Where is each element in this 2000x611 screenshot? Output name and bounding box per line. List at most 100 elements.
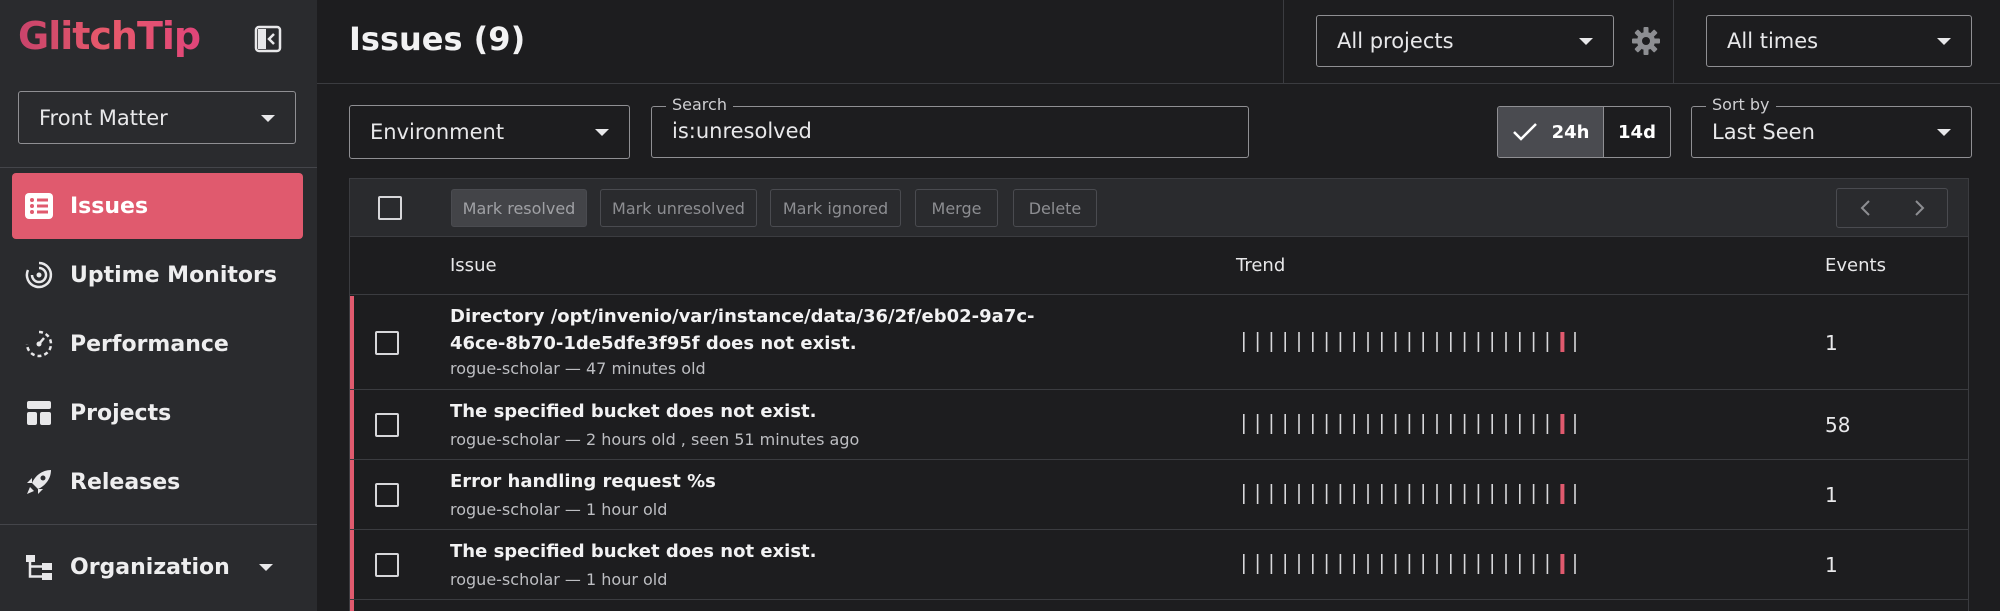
chevron-down-icon <box>261 115 275 122</box>
trend-bar <box>1574 332 1576 352</box>
sidebar-item-organization[interactable]: Organization <box>12 534 303 600</box>
projects-select[interactable]: All projects <box>1316 15 1614 67</box>
search-field[interactable]: Search <box>651 95 1249 158</box>
sidebar-item-issues[interactable]: Issues <box>12 173 303 239</box>
row-checkbox[interactable] <box>375 331 399 355</box>
top-bar: Issues (9) All projects All times <box>317 0 2000 84</box>
select-all-checkbox[interactable] <box>378 196 402 220</box>
trend-bar <box>1381 414 1383 434</box>
trend-bar <box>1574 484 1576 504</box>
trend-bar <box>1408 484 1411 504</box>
trend-sparkline <box>1243 484 1576 504</box>
trend-bar <box>1422 332 1424 352</box>
trend-bar <box>1298 554 1300 574</box>
range-14d-button[interactable]: 14d <box>1604 107 1670 157</box>
trend-bar <box>1325 414 1328 434</box>
trend-bar <box>1312 414 1314 434</box>
trend-bar <box>1339 484 1342 504</box>
sidebar-item-performance[interactable]: Performance <box>12 311 303 377</box>
table-row[interactable] <box>350 600 1968 611</box>
trend-sparkline <box>1243 554 1576 574</box>
trend-bar <box>1367 414 1369 434</box>
trend-bar <box>1394 332 1397 352</box>
environment-select[interactable]: Environment <box>349 105 630 159</box>
chevron-down-icon <box>1579 38 1593 45</box>
search-input[interactable] <box>672 119 1232 143</box>
trend-bar <box>1574 554 1576 574</box>
table-row[interactable]: The specified bucket does not exist. rog… <box>350 390 1968 460</box>
trend-bar <box>1463 554 1466 574</box>
trend-bar <box>1367 554 1369 574</box>
sidebar-item-uptime-monitors[interactable]: Uptime Monitors <box>12 242 303 308</box>
trend-bar <box>1519 414 1521 434</box>
sidebar-item-projects[interactable]: Projects <box>12 380 303 446</box>
gear-icon[interactable] <box>1630 25 1662 57</box>
trend-bar <box>1367 484 1369 504</box>
trend-sparkline <box>1243 414 1576 434</box>
issue-meta: rogue-scholar — 1 hour old <box>450 500 668 519</box>
trend-bar <box>1353 332 1355 352</box>
trend-bar <box>1284 484 1286 504</box>
delete-button[interactable]: Delete <box>1013 189 1097 227</box>
trend-bar <box>1477 484 1480 504</box>
time-range-select[interactable]: All times <box>1706 15 1972 67</box>
pagination <box>1836 188 1948 228</box>
trend-bar <box>1312 484 1314 504</box>
merge-button[interactable]: Merge <box>915 189 998 227</box>
sidebar-item-releases[interactable]: Releases <box>12 449 303 515</box>
trend-bar <box>1519 554 1521 574</box>
trend-bar <box>1312 554 1314 574</box>
trend-bar <box>1394 554 1397 574</box>
issue-title[interactable]: The specified bucket does not exist. <box>450 398 1050 425</box>
trend-bar <box>1284 414 1286 434</box>
issue-title[interactable]: The specified bucket does not exist. <box>450 538 1050 565</box>
event-count: 58 <box>1825 413 1851 437</box>
table-row[interactable]: Error handling request %s rogue-scholar … <box>350 460 1968 530</box>
trend-bar <box>1270 484 1273 504</box>
trend-bar <box>1463 332 1466 352</box>
page-title: Issues (9) <box>349 20 526 58</box>
mark-resolved-button[interactable]: Mark resolved <box>451 189 587 227</box>
trend-bar <box>1546 332 1549 352</box>
trend-bar <box>1519 332 1521 352</box>
row-checkbox[interactable] <box>375 413 399 437</box>
mark-unresolved-button[interactable]: Mark unresolved <box>600 189 757 227</box>
collapse-sidebar-icon[interactable] <box>254 25 282 53</box>
trend-bar <box>1256 332 1259 352</box>
trend-bar <box>1270 554 1273 574</box>
chevron-right-icon[interactable] <box>1892 189 1947 227</box>
issue-title[interactable]: Error handling request %s <box>450 468 1050 495</box>
chevron-down-icon <box>595 129 609 136</box>
trend-bar <box>1408 414 1411 434</box>
trend-bar <box>1381 554 1383 574</box>
table-row[interactable]: Directory /opt/invenio/var/instance/data… <box>350 296 1968 390</box>
issue-meta: rogue-scholar — 1 hour old <box>450 570 668 589</box>
chevron-down-icon[interactable] <box>259 564 273 571</box>
row-checkbox[interactable] <box>375 483 399 507</box>
mark-ignored-button[interactable]: Mark ignored <box>770 189 901 227</box>
trend-bar <box>1284 554 1286 574</box>
table-row[interactable]: The specified bucket does not exist. rog… <box>350 530 1968 600</box>
trend-bar <box>1312 332 1314 352</box>
environment-select-value: Environment <box>370 120 505 144</box>
trend-bar <box>1505 414 1507 434</box>
time-range-select-value: All times <box>1727 29 1819 53</box>
row-checkbox[interactable] <box>375 553 399 577</box>
trend-bar <box>1353 554 1355 574</box>
trend-bar <box>1450 414 1452 434</box>
trend-bar <box>1532 554 1535 574</box>
trend-bar <box>1436 484 1438 504</box>
glitchtip-logo[interactable]: GlitchTip <box>18 14 201 58</box>
event-count: 1 <box>1825 331 1838 355</box>
trend-bar <box>1243 484 1245 504</box>
range-24h-button[interactable]: 24h <box>1498 107 1604 157</box>
chevron-left-icon[interactable] <box>1837 189 1892 227</box>
trend-bar <box>1408 554 1411 574</box>
sort-select[interactable]: Sort by Last Seen <box>1691 95 1972 158</box>
trend-bar-active <box>1560 332 1565 352</box>
issue-title[interactable]: Directory /opt/invenio/var/instance/data… <box>450 303 1050 357</box>
trend-bar <box>1546 554 1549 574</box>
trend-bar <box>1381 332 1383 352</box>
organization-select[interactable]: Front Matter <box>18 91 296 144</box>
trend-sparkline <box>1243 332 1576 352</box>
